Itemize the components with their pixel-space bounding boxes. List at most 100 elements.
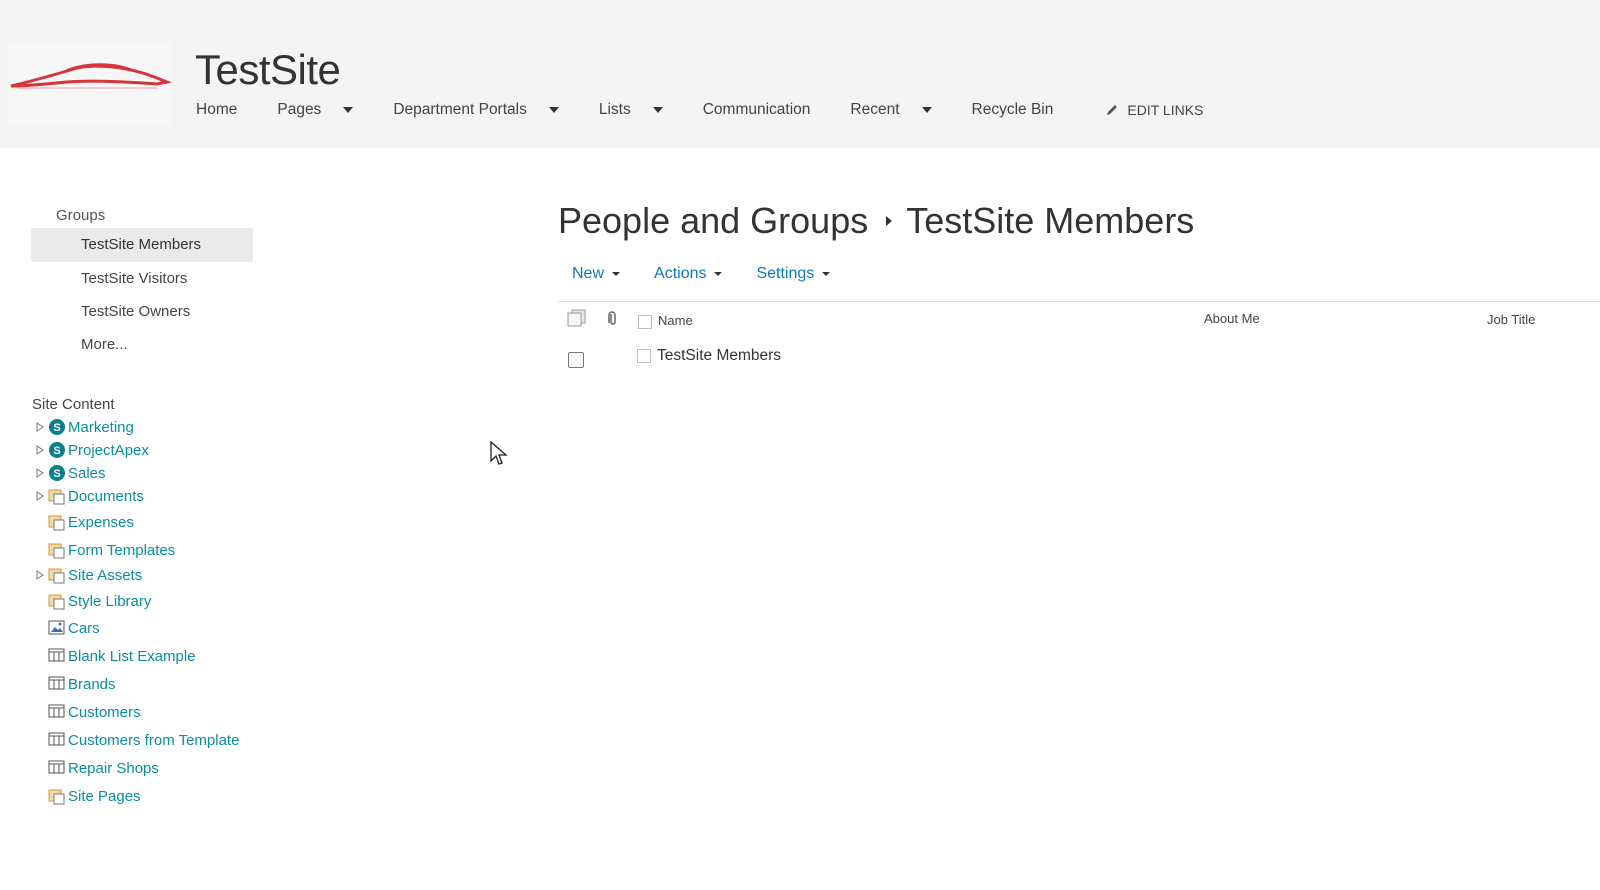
- breadcrumb-separator-icon: [886, 216, 893, 226]
- tree-item-label[interactable]: Sales: [68, 465, 106, 482]
- tree-item-label[interactable]: Customers: [68, 704, 141, 721]
- nav-recycle-bin-label: Recycle Bin: [971, 101, 1054, 118]
- tree-item-expenses[interactable]: Expenses: [32, 510, 134, 534]
- expand-arrow-icon[interactable]: [32, 491, 48, 501]
- dropdown-arrow-icon: [714, 272, 723, 276]
- group-testsite-visitors[interactable]: TestSite Visitors: [31, 262, 253, 296]
- site-logo[interactable]: [7, 44, 173, 124]
- tree-item-label[interactable]: Cars: [68, 620, 100, 637]
- nav-recent[interactable]: Recent: [850, 101, 932, 119]
- picture-library-icon: [48, 618, 68, 638]
- svg-text:S: S: [53, 468, 60, 480]
- tree-item-cars[interactable]: Cars: [32, 616, 100, 640]
- tree-item-repair-shops[interactable]: Repair Shops: [32, 756, 159, 780]
- edit-links-label: EDIT LINKS: [1127, 102, 1204, 118]
- tree-item-label[interactable]: Customers from Template: [68, 732, 239, 749]
- tree-item-customers[interactable]: Customers: [32, 700, 141, 724]
- group-testsite-members[interactable]: TestSite Members: [31, 228, 253, 262]
- tree-item-label[interactable]: Expenses: [68, 514, 134, 531]
- edit-links-button[interactable]: EDIT LINKS: [1105, 102, 1203, 118]
- new-menu-button[interactable]: New: [572, 265, 621, 283]
- expand-arrow-icon[interactable]: [32, 422, 48, 432]
- tree-item-documents[interactable]: Documents: [32, 484, 144, 508]
- tree-item-label[interactable]: Style Library: [68, 593, 151, 610]
- library-icon: [48, 512, 68, 532]
- nav-communication[interactable]: Communication: [703, 101, 811, 119]
- subsite-icon: S: [48, 463, 68, 483]
- breadcrumb-people-and-groups[interactable]: People and Groups: [558, 200, 868, 242]
- tree-item-site-pages[interactable]: Site Pages: [32, 784, 141, 808]
- tree-item-label[interactable]: Site Pages: [68, 788, 141, 805]
- list-icon: [48, 730, 68, 750]
- column-job-title[interactable]: Job Title: [1487, 312, 1535, 327]
- top-navigation: Home Pages Department Portals Lists Comm…: [196, 98, 1203, 122]
- page-title: TestSite Members: [906, 200, 1195, 241]
- caret-down-icon[interactable]: [343, 107, 354, 113]
- dropdown-arrow-icon: [612, 272, 621, 276]
- nav-lists[interactable]: Lists: [599, 101, 663, 119]
- caret-down-icon[interactable]: [652, 107, 663, 113]
- breadcrumb: People and Groups TestSite Members: [558, 200, 1194, 242]
- subsite-icon: S: [48, 417, 68, 437]
- tree-item-projectapex[interactable]: S ProjectApex: [32, 438, 149, 462]
- actions-menu-label: Actions: [654, 265, 707, 282]
- tree-item-label[interactable]: Site Assets: [68, 567, 142, 584]
- expand-arrow-icon[interactable]: [32, 445, 48, 455]
- car-logo-icon: [10, 63, 173, 89]
- list-icon: [48, 758, 68, 778]
- expand-arrow-icon[interactable]: [32, 570, 48, 580]
- table-row-name[interactable]: TestSite Members: [657, 347, 781, 365]
- groups-more-link[interactable]: More...: [31, 328, 253, 362]
- tree-item-site-assets[interactable]: Site Assets: [32, 563, 142, 587]
- group-type-icon: [637, 349, 651, 363]
- tree-item-brands[interactable]: Brands: [32, 672, 116, 696]
- select-all-icon[interactable]: [567, 309, 587, 332]
- attachment-icon[interactable]: [607, 311, 619, 332]
- nav-department-portals[interactable]: Department Portals: [393, 101, 559, 119]
- tree-item-label[interactable]: Repair Shops: [68, 760, 159, 777]
- tree-item-label[interactable]: Marketing: [68, 419, 134, 436]
- nav-pages-label: Pages: [277, 101, 322, 118]
- column-about-me[interactable]: About Me: [1204, 311, 1260, 326]
- subsite-icon: S: [48, 440, 68, 460]
- tree-item-customers-from-template[interactable]: Customers from Template: [32, 728, 239, 752]
- column-name[interactable]: Name: [658, 313, 693, 328]
- tree-item-label[interactable]: ProjectApex: [68, 442, 149, 459]
- nav-lists-label: Lists: [598, 101, 631, 118]
- group-testsite-owners[interactable]: TestSite Owners: [31, 295, 253, 329]
- svg-text:S: S: [53, 422, 60, 434]
- list-icon: [48, 674, 68, 694]
- tree-item-label[interactable]: Brands: [68, 676, 116, 693]
- tree-item-style-library[interactable]: Style Library: [32, 589, 151, 613]
- tree-item-blank-list-example[interactable]: Blank List Example: [32, 644, 196, 668]
- actions-menu-button[interactable]: Actions: [654, 265, 723, 283]
- tree-item-label[interactable]: Form Templates: [68, 542, 175, 559]
- caret-down-icon[interactable]: [921, 107, 932, 113]
- nav-recycle-bin[interactable]: Recycle Bin: [972, 101, 1054, 119]
- dropdown-arrow-icon: [822, 272, 831, 276]
- type-column-checkbox[interactable]: [638, 315, 652, 329]
- tree-item-label[interactable]: Documents: [68, 488, 144, 505]
- tree-item-marketing[interactable]: S Marketing: [32, 415, 134, 439]
- site-content-heading[interactable]: Site Content: [32, 396, 115, 413]
- tree-item-label[interactable]: Blank List Example: [68, 648, 196, 665]
- nav-recent-label: Recent: [850, 101, 900, 118]
- list-toolbar: New Actions Settings: [572, 265, 864, 283]
- nav-pages[interactable]: Pages: [277, 101, 354, 119]
- settings-menu-button[interactable]: Settings: [756, 265, 831, 283]
- svg-text:S: S: [53, 445, 60, 457]
- caret-down-icon[interactable]: [548, 107, 559, 113]
- list-icon: [48, 702, 68, 722]
- tree-item-sales[interactable]: S Sales: [32, 461, 106, 485]
- nav-department-portals-label: Department Portals: [393, 101, 527, 118]
- mouse-pointer-icon: [490, 440, 508, 472]
- groups-heading[interactable]: Groups: [56, 207, 105, 224]
- tree-item-form-templates[interactable]: Form Templates: [32, 538, 175, 562]
- site-title[interactable]: TestSite: [195, 46, 341, 94]
- row-select-checkbox[interactable]: [568, 352, 584, 368]
- library-icon: [48, 486, 68, 506]
- expand-arrow-icon[interactable]: [32, 468, 48, 478]
- nav-home[interactable]: Home: [196, 101, 237, 119]
- library-icon: [48, 591, 68, 611]
- nav-home-label: Home: [196, 101, 238, 118]
